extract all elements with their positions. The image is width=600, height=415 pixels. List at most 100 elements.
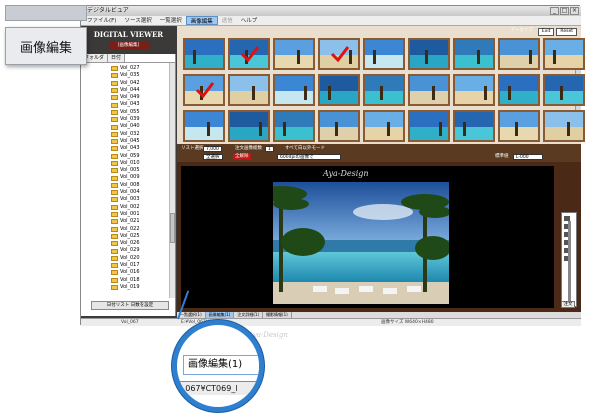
quality-label: 標準値: [495, 154, 509, 159]
folder-item[interactable]: Vol_004: [111, 189, 175, 196]
thumbnail[interactable]: [183, 110, 225, 142]
folder-item[interactable]: Vol_029: [111, 247, 175, 254]
menu-image-edit[interactable]: 画像編集: [185, 16, 218, 25]
deselect-all-button[interactable]: 全解除: [233, 154, 251, 160]
thumbnail-palm: [259, 122, 262, 136]
zoom-slider[interactable]: [568, 221, 571, 301]
reset-button[interactable]: Reset: [556, 28, 577, 36]
thumbnail[interactable]: [363, 110, 405, 142]
select-all-button[interactable]: 全選択: [203, 154, 223, 160]
folder-item[interactable]: Vol_044: [111, 87, 175, 94]
menu-send[interactable]: 送信: [218, 16, 237, 25]
folder-item[interactable]: Vol_008: [111, 182, 175, 189]
folder-item[interactable]: Vol_045: [111, 138, 175, 145]
thumbnail[interactable]: [408, 110, 450, 142]
folder-icon: [111, 88, 118, 94]
thumbnail-sky: [230, 76, 268, 92]
thumbnail[interactable]: [273, 74, 315, 106]
thumbnail[interactable]: [183, 74, 225, 106]
folder-label: Vol_055: [120, 108, 140, 115]
thumbnail[interactable]: [318, 74, 360, 106]
folder-item[interactable]: Vol_039: [111, 116, 175, 123]
thumbnail[interactable]: [453, 38, 495, 70]
thumbnail-sky: [275, 112, 313, 128]
thumbnail[interactable]: [228, 74, 270, 106]
thumbnail[interactable]: [363, 38, 405, 70]
folder-item[interactable]: Vol_049: [111, 94, 175, 101]
thumbnail[interactable]: [543, 74, 585, 106]
folder-item[interactable]: Vol_019: [111, 284, 175, 291]
mode-select[interactable]: 600dpiの画像で: [277, 154, 341, 160]
thumbnail[interactable]: [543, 38, 585, 70]
thumbnail[interactable]: [228, 110, 270, 142]
thumbnail-sky: [410, 112, 448, 128]
folder-item[interactable]: Vol_017: [111, 262, 175, 269]
folder-item[interactable]: Vol_043: [111, 145, 175, 152]
folder-item[interactable]: Vol_026: [111, 240, 175, 247]
date-list-button[interactable]: 日付リスト 日数を設定: [91, 301, 169, 310]
quality-select[interactable]: L-000: [513, 154, 543, 160]
thumbnail-sky: [410, 40, 448, 56]
folder-item[interactable]: Vol_001: [111, 211, 175, 218]
folder-item[interactable]: Vol_032: [111, 131, 175, 138]
thumbnail[interactable]: [408, 74, 450, 106]
thumbnail[interactable]: [273, 110, 315, 142]
folder-item[interactable]: Vol_018: [111, 277, 175, 284]
thumbnail[interactable]: [363, 74, 405, 106]
folder-item[interactable]: Vol_027: [111, 65, 175, 72]
folder-item[interactable]: Vol_055: [111, 109, 175, 116]
thumbnail[interactable]: [273, 38, 315, 70]
thumbnail[interactable]: [453, 74, 495, 106]
thumbnail[interactable]: [183, 38, 225, 70]
folder-item[interactable]: Vol_021: [111, 218, 175, 225]
window-controls: _ □ ×: [550, 7, 579, 15]
folder-item[interactable]: Vol_002: [111, 204, 175, 211]
folder-item[interactable]: Vol_016: [111, 269, 175, 276]
folder-item[interactable]: Vol_040: [111, 123, 175, 130]
exit-button[interactable]: Exit: [537, 28, 555, 36]
thumbnail[interactable]: [318, 110, 360, 142]
folder-item[interactable]: Vol_003: [111, 196, 175, 203]
maximize-button[interactable]: □: [560, 7, 569, 15]
folder-item[interactable]: Vol_005: [111, 167, 175, 174]
callout-image-edit-tab[interactable]: 画像編集: [5, 27, 87, 65]
folder-item[interactable]: Vol_009: [111, 174, 175, 181]
thumbnail[interactable]: [498, 74, 540, 106]
tab-date[interactable]: 日付: [108, 54, 126, 62]
thumbnail[interactable]: [498, 38, 540, 70]
menu-file[interactable]: ファイル(F): [83, 16, 120, 25]
close-button[interactable]: ×: [570, 7, 579, 15]
thumbnail[interactable]: [318, 38, 360, 70]
thumbnail[interactable]: [498, 110, 540, 142]
folder-item[interactable]: Vol_043: [111, 101, 175, 108]
folder-label: Vol_035: [120, 72, 140, 79]
thumbnail[interactable]: [408, 38, 450, 70]
thumbnail-palm: [335, 122, 338, 136]
menu-help[interactable]: ヘルプ: [237, 16, 262, 25]
thumbnail[interactable]: [228, 38, 270, 70]
folder-tree[interactable]: Vol_027 Vol_035 Vol_042 Vol_044 Vol_049 Vol_0…: [81, 63, 175, 298]
folder-icon: [111, 277, 118, 283]
minimize-button[interactable]: _: [550, 7, 559, 15]
folder-icon: [111, 233, 118, 239]
folder-item[interactable]: Vol_035: [111, 72, 175, 79]
folder-label: Vol_010: [120, 159, 140, 166]
folder-item[interactable]: Vol_010: [111, 160, 175, 167]
folder-item[interactable]: Vol_020: [111, 255, 175, 262]
thumbnail-sky: [185, 112, 223, 128]
thumbnail-palm: [477, 50, 480, 64]
thumbnail-palm: [529, 50, 532, 64]
thumbnail[interactable]: [543, 110, 585, 142]
window-title: デジタルビュア: [87, 7, 129, 14]
magnified-image-edit-tab[interactable]: 画像編集(1): [183, 355, 259, 375]
menu-list-select[interactable]: 一覧選択: [156, 16, 186, 25]
menu-source-select[interactable]: ソース選択: [120, 16, 155, 25]
folder-item[interactable]: Vol_022: [111, 226, 175, 233]
tree-scroll-thumb[interactable]: [170, 213, 175, 243]
folder-item[interactable]: Vol_042: [111, 80, 175, 87]
thumbnail[interactable]: [453, 110, 495, 142]
order-button[interactable]: 注文: [561, 301, 575, 308]
folder-item[interactable]: Vol_059: [111, 153, 175, 160]
folder-item[interactable]: Vol_025: [111, 233, 175, 240]
tree-scrollbar[interactable]: [169, 63, 175, 298]
